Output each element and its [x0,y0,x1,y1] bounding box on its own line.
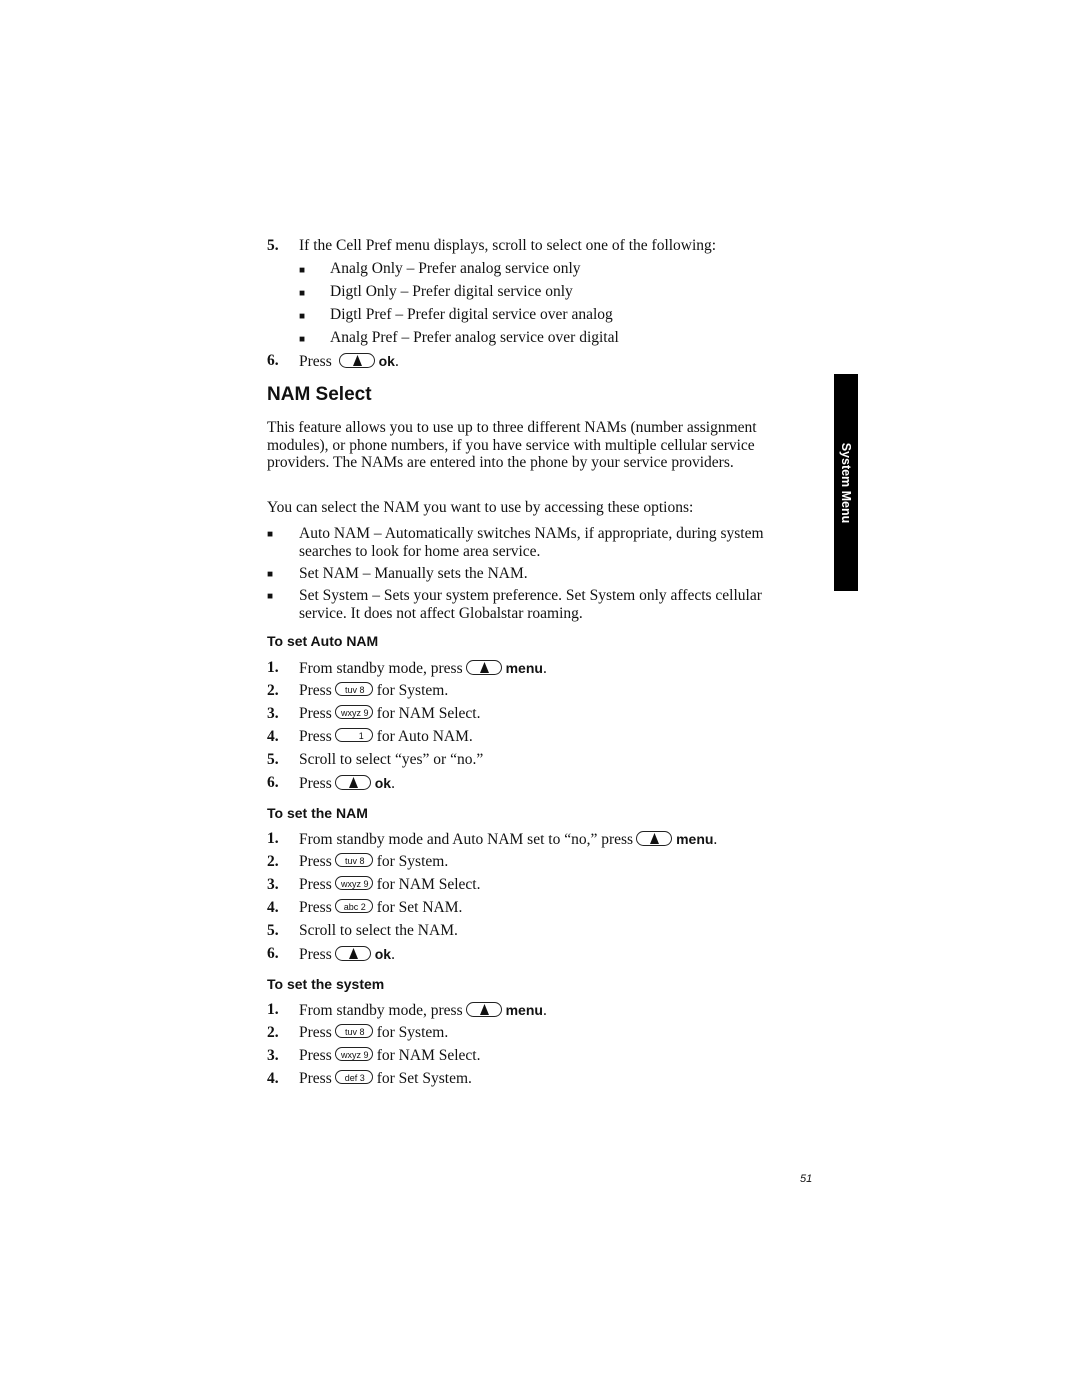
cell-pref-options: ■ Analg Only – Prefer analog service onl… [299,259,817,351]
softkey-label: ok [378,353,395,369]
step-text: Press [299,853,332,870]
softkey-label: menu [505,1002,543,1018]
bullet-icon: ■ [299,311,306,322]
keypad-key-icon: tuv 8 [334,682,373,697]
step-number: 3. [267,705,279,722]
keypad-key-icon: 1 [334,728,373,743]
nam-options-list: ■ Auto NAM – Automatically switches NAMs… [267,525,812,627]
softkey-up-icon [334,774,371,790]
step-number: 5. [267,237,279,254]
side-tab-label: System Menu [839,442,853,523]
subheading-set-system: To set the system [267,976,385,992]
step-number: 2. [267,853,279,870]
step-number: 4. [267,728,279,745]
step-text: Press [299,876,332,893]
section-title: NAM Select [267,384,372,405]
step-number: 6. [267,774,279,791]
step-number: 3. [267,876,279,893]
step-text: From standby mode, press [299,660,463,677]
step-number: 2. [267,1024,279,1041]
softkey-up-icon [334,945,371,961]
softkey-label: ok [374,775,392,791]
step-text: Press [299,899,332,916]
step-number: 1. [267,1001,279,1018]
keypad-key-icon: tuv 8 [334,853,373,868]
step-5: 5. If the Cell Pref menu displays, scrol… [267,236,817,259]
option-analg-pref: ■ Analg Pref – Prefer analog service ove… [299,328,817,351]
subheading-auto-nam: To set Auto NAM [267,633,379,649]
softkey-label: ok [374,946,392,962]
step-6: 6. Press ok. [267,352,399,370]
step-text: Press [299,705,332,722]
step-number: 4. [267,899,279,916]
step-number: 5. [267,751,279,768]
cell-pref-steps: 5. If the Cell Pref menu displays, scrol… [267,236,817,374]
step-text: From standby mode, press [299,1002,463,1019]
option-set-system: ■ Set System – Sets your system preferen… [267,587,762,622]
step-number: 6. [267,352,279,369]
option-analg-only: ■ Analg Only – Prefer analog service onl… [299,259,817,282]
step-text: Press [299,1047,332,1064]
step-text: From standby mode and Auto NAM set to “n… [299,831,634,848]
bullet-icon: ■ [299,265,306,276]
step-text: Press [299,946,332,963]
softkey-label: menu [676,831,714,847]
step-number: 5. [267,922,279,939]
step-number: 1. [267,830,279,847]
bullet-icon: ■ [267,529,274,540]
option-auto-nam: ■ Auto NAM – Automatically switches NAMs… [267,525,764,560]
keypad-key-icon: def 3 [334,1070,373,1085]
bullet-icon: ■ [299,334,306,345]
keypad-key-icon: tuv 8 [334,1024,373,1039]
step-text: Press [299,1024,332,1041]
keypad-key-icon: abc 2 [334,899,373,914]
step-text: Scroll to select “yes” or “no.” [299,751,484,768]
bullet-icon: ■ [267,569,274,580]
softkey-up-icon [465,659,502,675]
step-text: Press [299,1070,332,1087]
page-number: 51 [800,1173,813,1185]
step-number: 2. [267,682,279,699]
side-tab: System Menu [834,374,858,591]
softkey-up-icon [636,830,673,846]
step-text: Press [299,775,332,792]
bullet-icon: ■ [299,288,306,299]
keypad-key-icon: wxyz 9 [334,1047,373,1062]
softkey-up-icon [338,352,375,368]
step-number: 6. [267,945,279,962]
step-text: Press [299,728,332,745]
option-digtl-pref: ■ Digtl Pref – Prefer digital service ov… [299,305,817,328]
option-digtl-only: ■ Digtl Only – Prefer digital service on… [299,282,817,305]
softkey-up-icon [465,1001,502,1017]
option-set-nam: ■ Set NAM – Manually sets the NAM. [267,565,528,582]
options-intro: You can select the NAM you want to use b… [267,499,694,516]
intro-paragraph: This feature allows you to use up to thr… [267,419,757,471]
step-text: If the Cell Pref menu displays, scroll t… [299,237,717,254]
keypad-key-icon: wxyz 9 [334,705,373,720]
bullet-icon: ■ [267,591,274,602]
softkey-label: menu [505,660,543,676]
subheading-set-nam: To set the NAM [267,805,368,821]
step-number: 4. [267,1070,279,1087]
keypad-key-icon: wxyz 9 [334,876,373,891]
step-number: 1. [267,659,279,676]
step-text: Scroll to select the NAM. [299,922,458,939]
step-number: 3. [267,1047,279,1064]
step-text: Press [299,682,332,699]
